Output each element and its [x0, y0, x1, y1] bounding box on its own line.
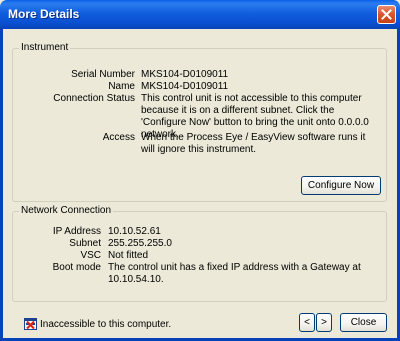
ip-address-label: IP Address	[52, 226, 101, 237]
close-window-button[interactable]	[377, 5, 396, 24]
title-bar[interactable]: More Details	[0, 0, 400, 29]
vsc-label: VSC	[80, 250, 101, 261]
instrument-group-legend: Instrument	[19, 42, 71, 53]
serial-number-value: MKS104-D0109011	[141, 69, 229, 80]
access-value: When the Process Eye / EasyView software…	[141, 132, 366, 155]
close-button[interactable]: Close	[340, 313, 387, 332]
boot-mode-row: Boot mode The control unit has a fixed I…	[13, 262, 386, 286]
subnet-value: 255.255.255.0	[108, 238, 172, 249]
vsc-value: Not fitted	[108, 250, 149, 261]
boot-mode-value: The control unit has a fixed IP address …	[108, 262, 361, 285]
more-details-dialog: More Details Instrument Serial Number MK…	[0, 0, 400, 341]
network-connection-legend: Network Connection	[19, 205, 114, 216]
previous-button[interactable]: <	[299, 313, 315, 332]
ip-address-value: 10.10.52.61	[108, 226, 161, 237]
subnet-label: Subnet	[69, 238, 101, 249]
name-row: Name MKS104-D0109011	[13, 81, 386, 93]
connection-status-label: Connection Status	[53, 93, 135, 104]
status-message: Inaccessible to this computer.	[40, 319, 172, 330]
name-value: MKS104-D0109011	[141, 81, 229, 92]
name-label: Name	[108, 81, 135, 92]
no-connection-icon	[24, 318, 37, 330]
vsc-row: VSC Not fitted	[13, 250, 386, 262]
close-x-icon	[381, 9, 392, 20]
serial-number-label: Serial Number	[71, 69, 135, 80]
boot-mode-label: Boot mode	[52, 262, 101, 273]
ip-address-row: IP Address 10.10.52.61	[13, 226, 386, 238]
configure-now-button[interactable]: Configure Now	[301, 176, 381, 195]
access-row: Access When the Process Eye / EasyView s…	[13, 132, 386, 156]
serial-number-row: Serial Number MKS104-D0109011	[13, 69, 386, 81]
network-connection-group: Network Connection IP Address 10.10.52.6…	[12, 205, 387, 302]
next-button[interactable]: >	[316, 313, 332, 332]
instrument-group: Instrument Serial Number MKS104-D0109011…	[12, 42, 387, 202]
connection-status-row: Connection Status This control unit is n…	[13, 93, 386, 140]
access-label: Access	[102, 132, 135, 143]
window-title: More Details	[8, 7, 80, 21]
subnet-row: Subnet 255.255.255.0	[13, 238, 386, 250]
